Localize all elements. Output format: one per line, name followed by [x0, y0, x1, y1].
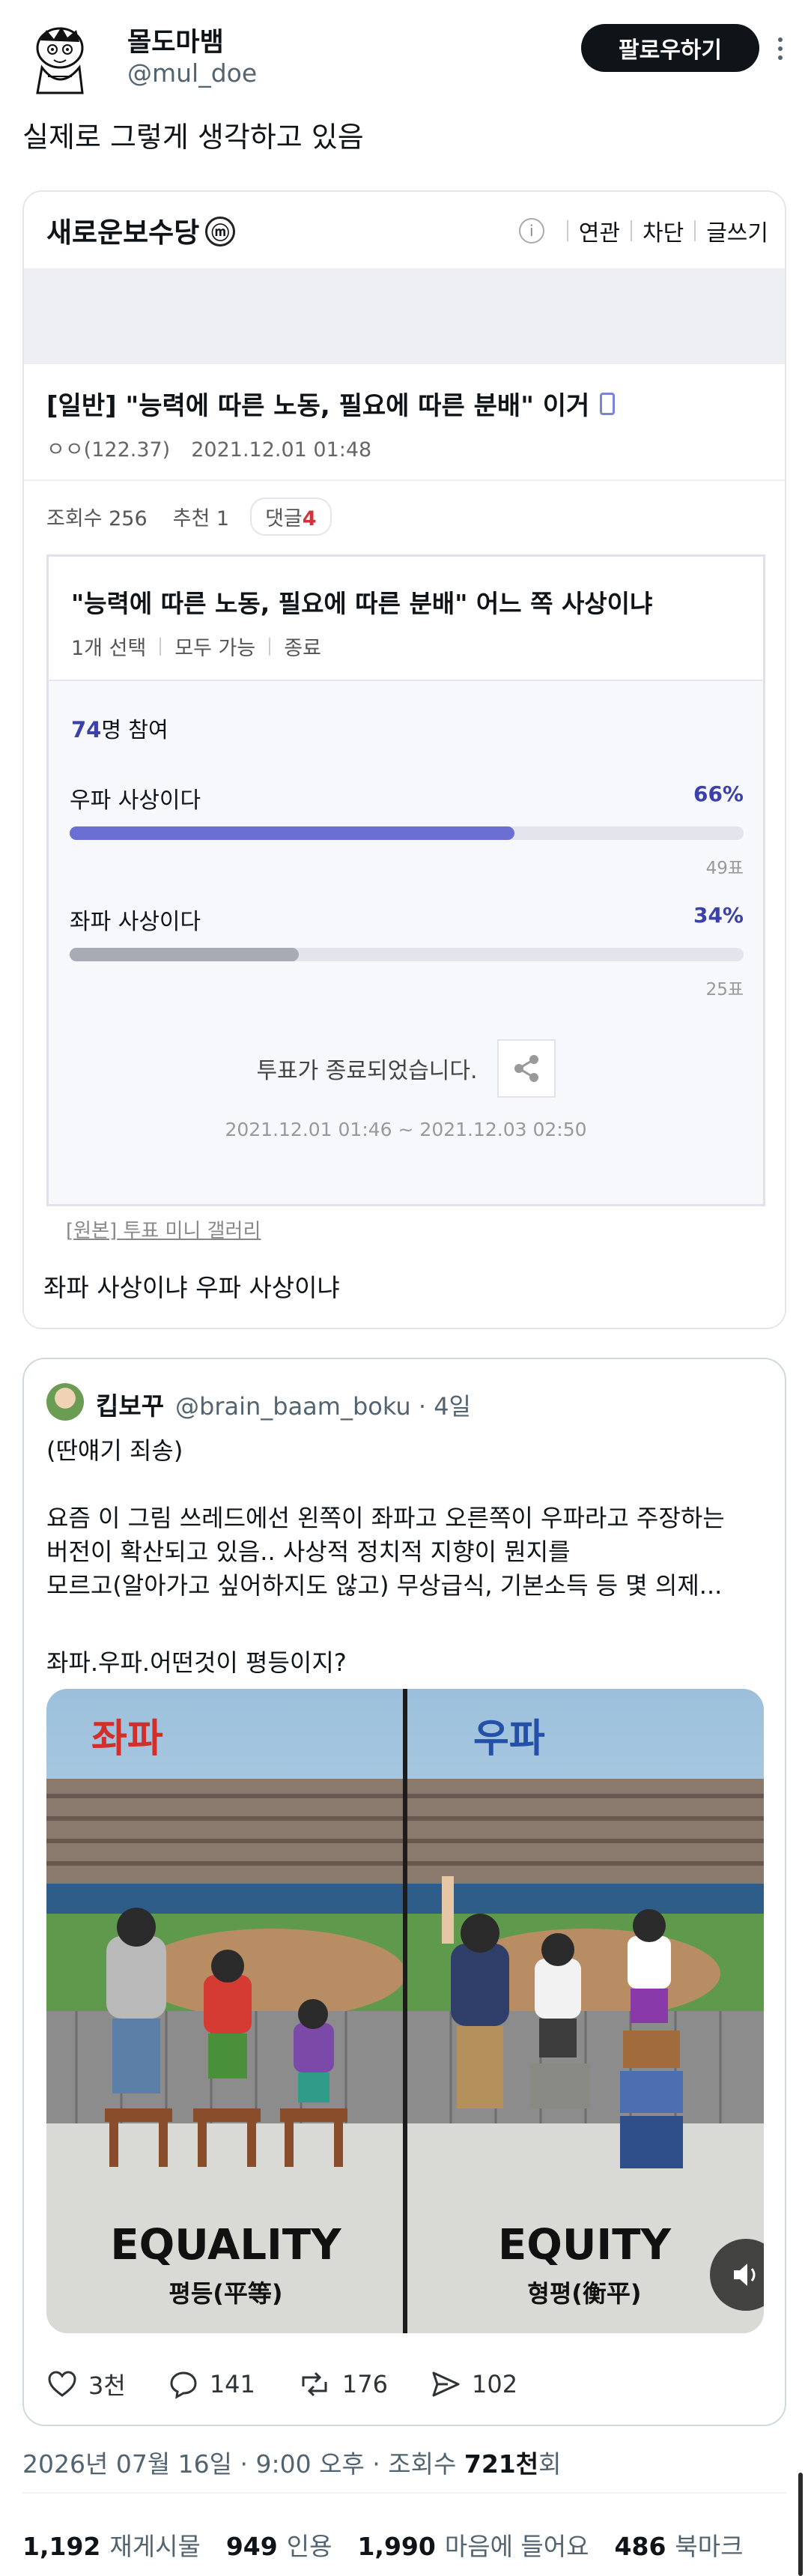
comment-badge: 댓글4 — [250, 498, 332, 536]
poll-meta-item: 종료 — [284, 637, 321, 660]
retweet-count: 176 — [341, 2370, 388, 2398]
nav-write: 글쓰기 — [706, 220, 768, 247]
quote-count[interactable]: 949 인용 — [226, 2527, 332, 2563]
poll-item-votes: 25표 — [705, 980, 744, 1000]
quoted-text-line: 모르고(알아가고 싶어하지도 않고) 무상급식, 기본소득 등 몇 의제... — [46, 1571, 723, 1600]
bookmark-count[interactable]: 486 북마크 — [615, 2527, 744, 2563]
repost-count[interactable]: 1,192 재게시물 — [22, 2527, 201, 2563]
poll-bar-track — [70, 826, 744, 840]
tweet-text: 실제로 그렇게 생각하고 있음 — [22, 121, 364, 154]
quoted-text-line: 버전이 확산되고 있음.. 사상적 정치적 지향이 뭔지를 — [46, 1538, 571, 1566]
poll-header: "능력에 따른 노동, 필요에 따른 분배" 어느 쪽 사상이냐 1개 선택 모… — [49, 557, 763, 681]
quoted-tweet[interactable]: 킵보꾸 @brain_baam_boku · 4일 (딴얘기 죄송) 요즘 이 … — [22, 1358, 786, 2426]
post-meta: ㅇㅇ(122.37) 2021.12.01 01:48 — [46, 433, 371, 462]
share-icon — [496, 1039, 556, 1098]
more-options-icon[interactable] — [774, 34, 786, 64]
scrollbar[interactable] — [798, 2473, 803, 2576]
engagement-counts: 1,192 재게시물 949 인용 1,990 마음에 들어요 486 북마크 — [22, 2527, 744, 2563]
follow-button[interactable]: 팔로우하기 — [581, 24, 759, 72]
reply-icon — [170, 2371, 197, 2399]
author-handle[interactable]: @mul_doe — [127, 58, 257, 88]
quoted-author-handle: @brain_baam_boku · 4일 — [175, 1392, 471, 1421]
avatar[interactable] — [21, 18, 99, 96]
separator — [269, 637, 271, 656]
retweet-icon — [302, 2371, 327, 2397]
quoted-text: (딴얘기 죄송) 요즘 이 그림 쓰레드에선 왼쪽이 좌파고 오른쪽이 우파라고… — [46, 1434, 773, 1603]
divider — [22, 2492, 786, 2494]
tweet-actions: 3천 141 176 102 — [46, 2363, 720, 2405]
post-author-ip: ㅇㅇ(122.37) — [46, 438, 171, 462]
poll-item-percent: 66% — [693, 781, 744, 806]
post-stats: 조회수 256 추천 1 댓글4 — [46, 498, 332, 536]
nav-block: 차단 — [642, 220, 684, 247]
view-count: 721천 — [464, 2449, 539, 2479]
gallery-name: 새로운보수당 ⓜ — [46, 210, 236, 250]
image-caption: 좌파.우파.어떤것이 평등이지? — [46, 1648, 347, 1677]
gallery-bar: 새로운보수당 ⓜ i 연관 차단 글쓰기 — [24, 192, 785, 270]
poll-item: 우파 사상이다 66% 49표 — [70, 781, 744, 878]
poll-options-meta: 1개 선택 모두 가능 종료 — [71, 632, 321, 661]
divider — [24, 480, 785, 481]
poll-bar-fill — [70, 948, 299, 961]
comment-count: 4 — [302, 507, 317, 530]
post-views: 조회수 256 — [46, 507, 148, 530]
poll-bar-fill — [70, 826, 514, 840]
tweet-timestamp[interactable]: 2026년 07월 16일 · 9:00 오후 · 조회수 721천회 — [22, 2444, 561, 2480]
quoted-author-name: 킵보꾸 — [96, 1391, 165, 1421]
poll-item: 좌파 사상이다 34% 25표 — [70, 903, 744, 1000]
image-title-left: 좌파 — [91, 1717, 163, 1762]
separator — [566, 220, 568, 241]
poll-meta-item: 모두 가능 — [174, 637, 256, 660]
like-button[interactable]: 3천 — [46, 2367, 126, 2401]
like-count: 3천 — [88, 2371, 126, 2400]
image-title-right: 우파 — [473, 1717, 545, 1762]
ad-placeholder — [24, 270, 785, 364]
reply-button[interactable]: 141 — [168, 2368, 255, 2400]
separator — [694, 220, 696, 241]
tweet-header: 몰도마뱀 @mul_doe 팔로우하기 — [21, 12, 787, 102]
info-icon: i — [518, 218, 544, 244]
retweet-button[interactable]: 176 — [297, 2368, 388, 2400]
quoted-text-line: 요즘 이 그림 쓰레드에선 왼쪽이 좌파고 오른쪽이 우파라고 주장하는 — [46, 1504, 725, 1532]
poll-source: [원본] 투표 미니 갤러리 — [66, 1220, 261, 1242]
nav-related: 연관 — [578, 220, 620, 247]
post-screenshot[interactable]: 새로운보수당 ⓜ i 연관 차단 글쓰기 [일반] "능력에 따른 노동, 필요에… — [22, 190, 786, 1329]
reply-count: 141 — [209, 2370, 255, 2398]
like-total[interactable]: 1,990 마음에 들어요 — [357, 2527, 589, 2563]
poll-ended: 투표가 종료되었습니다. — [49, 1039, 763, 1098]
minor-gallery-badge: ⓜ — [205, 216, 236, 247]
image-sub-left: 평등(平等) — [168, 2279, 283, 2308]
poll-item-percent: 34% — [693, 903, 744, 928]
post-date: 2021.12.01 01:48 — [191, 438, 372, 462]
post-recommend: 추천 1 — [172, 507, 230, 530]
poll-ended-text: 투표가 종료되었습니다. — [256, 1058, 478, 1084]
gallery-nav: i 연관 차단 글쓰기 — [518, 214, 768, 247]
post-title: [일반] "능력에 따른 노동, 필요에 따른 분배" 이거 — [46, 385, 616, 422]
mobile-icon — [600, 392, 616, 415]
image-label-left: EQUALITY — [110, 2221, 341, 2270]
quoted-avatar — [46, 1383, 84, 1421]
send-icon — [432, 2371, 460, 2397]
poll-meta-item: 1개 선택 — [71, 637, 147, 660]
share-button[interactable]: 102 — [430, 2368, 517, 2400]
separator — [630, 220, 632, 241]
poll-box: "능력에 따른 노동, 필요에 따른 분배" 어느 쪽 사상이냐 1개 선택 모… — [46, 554, 765, 1206]
poll-period: 2021.12.01 01:46 ~ 2021.12.03 02:50 — [225, 1119, 587, 1140]
share-count: 102 — [471, 2370, 518, 2398]
author-name[interactable]: 몰도마뱀 — [127, 21, 224, 59]
poll-participants: 74명 참여 — [71, 717, 168, 743]
quoted-text-line: (딴얘기 죄송) — [46, 1436, 183, 1465]
separator — [160, 637, 162, 656]
post-footer-text: 좌파 사상이냐 우파 사상이냐 — [43, 1273, 340, 1302]
poll-item-label: 좌파 사상이다 — [70, 909, 201, 935]
quoted-media-image[interactable]: 좌파 우파 EQUALITY 평등(平等) EQUITY 형평(衡平) — [46, 1689, 764, 2333]
poll-item-votes: 49표 — [705, 859, 744, 878]
image-label-right: EQUITY — [498, 2221, 671, 2270]
poll-bar-track — [70, 948, 744, 961]
poll-item-label: 우파 사상이다 — [70, 787, 201, 814]
poll-question: "능력에 따른 노동, 필요에 따른 분배" 어느 쪽 사상이냐 — [71, 589, 653, 618]
heart-icon — [48, 2371, 76, 2397]
